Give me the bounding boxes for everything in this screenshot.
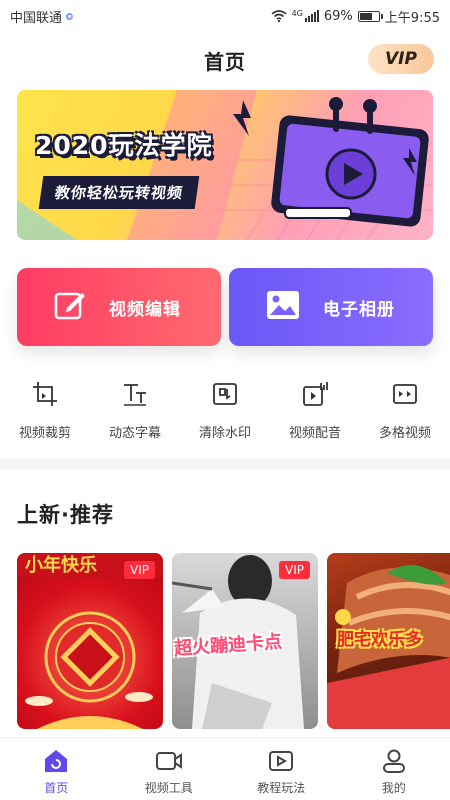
tool-dynamic-subtitle[interactable]: 动态字幕 xyxy=(90,376,180,446)
nav-label: 我的 xyxy=(381,781,406,795)
tool-multi-grid-video[interactable]: 多格视频 xyxy=(360,376,450,446)
signal-icon xyxy=(304,10,319,22)
clock: 上午9:55 xyxy=(384,10,440,26)
tool-label: 视频配音 xyxy=(288,426,341,441)
tools-row: 视频裁剪 动态字幕 清除水印 视频配音 多格视频 xyxy=(0,376,450,446)
photo-album-button[interactable]: 电子相册 xyxy=(229,268,433,346)
nav-profile[interactable]: 我的 xyxy=(338,738,450,800)
tool-video-dubbing[interactable]: 视频配音 xyxy=(270,376,360,446)
tool-label: 多格视频 xyxy=(378,426,431,441)
crop-icon xyxy=(31,380,59,408)
header: 首页 VIP xyxy=(0,32,450,88)
nav-label: 教程玩法 xyxy=(257,781,306,795)
video-camera-icon xyxy=(155,748,183,774)
banner-title: 2020玩法学院 xyxy=(35,131,213,160)
battery-icon xyxy=(357,10,383,22)
template-card[interactable]: 小年快乐 VIP xyxy=(17,553,163,729)
vip-badge: VIP xyxy=(279,561,310,579)
nav-label: 首页 xyxy=(44,781,69,795)
nav-tutorials[interactable]: 教程玩法 xyxy=(225,738,338,800)
text-icon xyxy=(121,380,149,408)
status-right: 4G 69% 上午9:55 xyxy=(271,7,440,26)
nav-label: 视频工具 xyxy=(144,781,193,795)
video-edit-button[interactable]: 视频编辑 xyxy=(17,268,221,346)
status-bar: 中国联通 4G 69% 上午9:55 xyxy=(0,0,450,32)
nav-video-tools[interactable]: 视频工具 xyxy=(113,738,226,800)
user-icon xyxy=(380,748,408,774)
watermark-icon xyxy=(211,380,239,408)
image-icon xyxy=(265,289,301,325)
banner-illustration xyxy=(17,90,433,240)
carrier-name: 中国联通 xyxy=(10,10,63,26)
card-caption: 肥宅欢乐多 xyxy=(337,630,422,650)
page-title: 首页 xyxy=(204,49,246,74)
battery-percent: 69% xyxy=(323,8,353,24)
nav-home[interactable]: 首页 xyxy=(0,738,113,800)
network-type: 4G xyxy=(291,8,303,18)
recommend-cards: 小年快乐 VIP VIP 超火蹦迪卡点 肥宅欢乐多 xyxy=(17,553,450,731)
home-icon xyxy=(42,748,70,774)
tool-label: 视频裁剪 xyxy=(18,426,71,441)
wifi-icon xyxy=(271,10,287,23)
section-divider xyxy=(0,459,450,469)
play-tutorial-icon xyxy=(267,748,295,774)
card-thumbnail: 小年快乐 xyxy=(17,553,163,729)
photo-album-label: 电子相册 xyxy=(323,299,395,320)
video-edit-label: 视频编辑 xyxy=(109,299,181,320)
tool-video-crop[interactable]: 视频裁剪 xyxy=(0,376,90,446)
carrier-activity-icon xyxy=(66,12,74,20)
promo-banner[interactable]: 2020玩法学院 教你轻松玩转视频 xyxy=(17,90,433,240)
status-left: 中国联通 xyxy=(10,7,74,26)
tool-remove-watermark[interactable]: 清除水印 xyxy=(180,376,270,446)
grid-video-icon xyxy=(391,380,419,408)
vip-button[interactable]: VIP xyxy=(368,44,434,74)
tool-label: 清除水印 xyxy=(198,426,251,441)
section-title: 上新·推荐 xyxy=(17,503,114,527)
tool-label: 动态字幕 xyxy=(108,426,161,441)
bottom-nav: 首页 视频工具 教程玩法 我的 xyxy=(0,737,450,800)
banner-subtitle: 教你轻松玩转视频 xyxy=(38,176,200,209)
vip-badge: VIP xyxy=(124,561,155,579)
card-caption: 小年快乐 xyxy=(25,554,97,576)
template-card[interactable]: 肥宅欢乐多 xyxy=(327,553,450,729)
template-card[interactable]: VIP 超火蹦迪卡点 xyxy=(172,553,318,729)
edit-icon xyxy=(53,288,87,326)
dubbing-icon xyxy=(301,380,329,408)
